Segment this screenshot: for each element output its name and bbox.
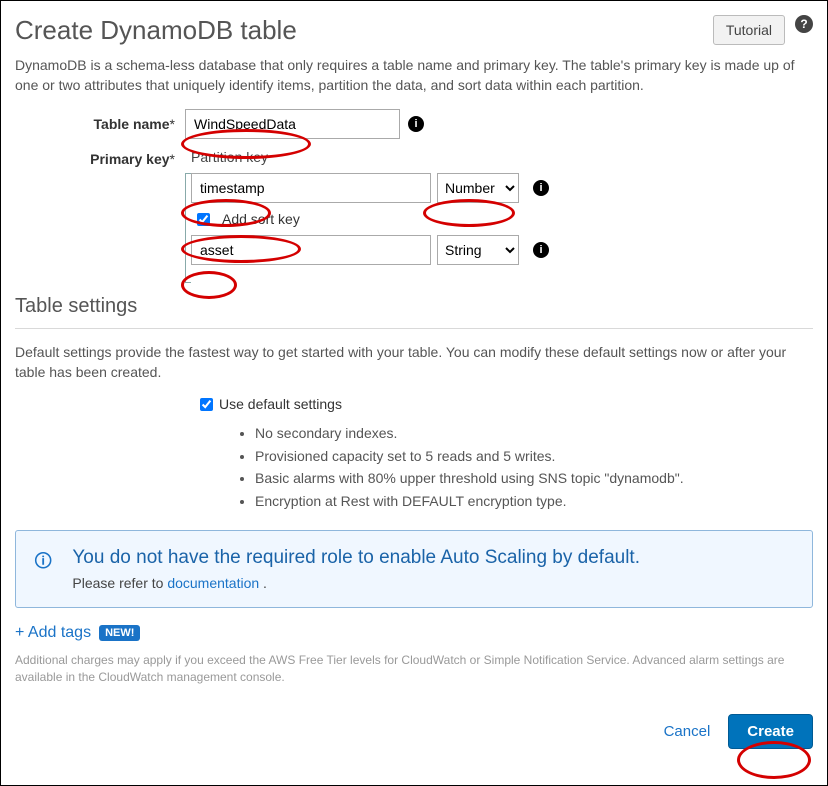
primary-key-label: Primary key [90, 151, 169, 167]
settings-description: Default settings provide the fastest way… [15, 343, 813, 382]
footnote: Additional charges may apply if you exce… [15, 652, 813, 686]
use-default-settings-checkbox[interactable] [200, 398, 213, 411]
divider [15, 328, 813, 329]
table-name-input[interactable] [185, 109, 400, 139]
list-item: Basic alarms with 80% upper threshold us… [255, 467, 813, 489]
page-description: DynamoDB is a schema-less database that … [15, 56, 813, 95]
list-item: No secondary indexes. [255, 422, 813, 444]
add-sort-key-label: Add sort key [222, 211, 300, 227]
info-icon[interactable]: i [533, 242, 549, 258]
create-button[interactable]: Create [728, 714, 813, 749]
alert-body-suffix: . [259, 575, 267, 591]
info-icon: 🛈 [34, 547, 52, 591]
info-icon[interactable]: i [533, 180, 549, 196]
use-default-settings-label: Use default settings [219, 396, 342, 412]
new-badge: NEW! [99, 625, 140, 641]
table-name-label: Table name [94, 116, 170, 132]
add-tags-link[interactable]: + Add tags [15, 624, 91, 642]
sort-key-type-select[interactable]: String [437, 235, 519, 265]
cancel-link[interactable]: Cancel [664, 723, 711, 740]
default-settings-list: No secondary indexes. Provisioned capaci… [235, 422, 813, 512]
list-item: Encryption at Rest with DEFAULT encrypti… [255, 490, 813, 512]
alert-box: 🛈 You do not have the required role to e… [15, 530, 813, 608]
documentation-link[interactable]: documentation [167, 575, 259, 591]
list-item: Provisioned capacity set to 5 reads and … [255, 445, 813, 467]
partition-key-type-select[interactable]: Number [437, 173, 519, 203]
alert-body-prefix: Please refer to [72, 575, 167, 591]
info-icon[interactable]: i [408, 116, 424, 132]
partition-key-sublabel: Partition key [185, 149, 549, 173]
add-sort-key-checkbox[interactable] [197, 213, 210, 226]
table-settings-heading: Table settings [15, 295, 813, 318]
sort-key-input[interactable] [191, 235, 431, 265]
help-icon[interactable]: ? [795, 15, 813, 33]
page-title: Create DynamoDB table [15, 15, 713, 46]
partition-key-input[interactable] [191, 173, 431, 203]
tutorial-button[interactable]: Tutorial [713, 15, 785, 45]
alert-title: You do not have the required role to ena… [72, 547, 640, 569]
